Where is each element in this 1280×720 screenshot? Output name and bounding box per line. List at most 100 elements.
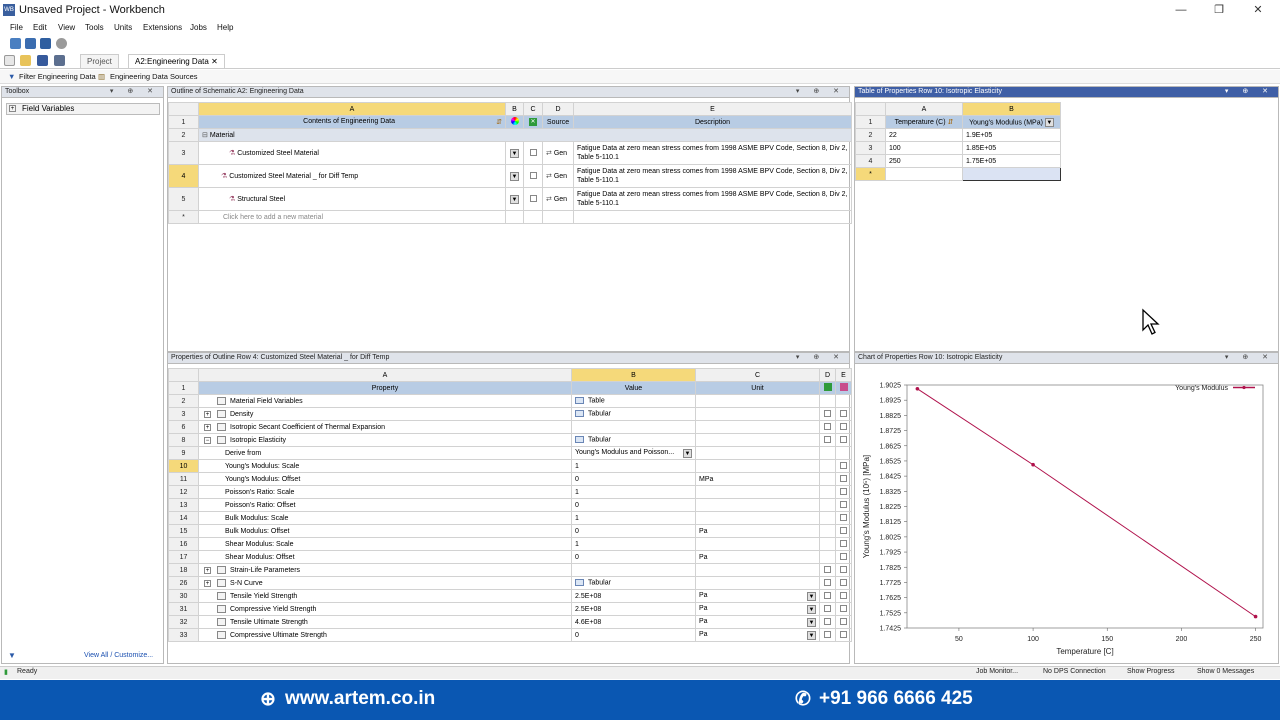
value-cell[interactable]: Young's Modulus and Poisson... ▼ <box>571 446 696 460</box>
value-cell[interactable]: 4.6E+08 <box>571 615 696 629</box>
col-header-d[interactable]: D <box>819 368 836 382</box>
unit-cell[interactable] <box>695 394 820 408</box>
chart-checkbox[interactable] <box>840 514 847 522</box>
property-cell[interactable]: Shear Modulus: Offset <box>198 550 572 564</box>
sort-icon[interactable]: ⇵ <box>948 119 954 126</box>
property-row[interactable]: 11 Young's Modulus: Offset 0 MPa <box>168 472 852 486</box>
checkbox[interactable] <box>824 631 831 639</box>
property-cell[interactable]: +Tensile Ultimate Strength <box>198 615 572 629</box>
save-as-icon[interactable] <box>54 55 65 66</box>
value-cell[interactable]: 1 <box>571 537 696 551</box>
value-cell[interactable]: 0 <box>571 498 696 512</box>
property-cell[interactable]: Young's Modulus: Offset <box>198 472 572 486</box>
checkbox[interactable] <box>529 172 537 180</box>
show-progress-button[interactable]: Show Progress <box>1127 668 1174 675</box>
col-header-c[interactable]: C <box>523 102 543 116</box>
maximize-button[interactable]: ❐ <box>1204 2 1234 18</box>
collapse-icon[interactable]: − <box>204 436 211 444</box>
expand-icon[interactable]: + <box>204 579 211 587</box>
dps-connection-button[interactable]: No DPS Connection <box>1043 668 1106 675</box>
checkbox[interactable] <box>824 436 831 444</box>
menu-jobs[interactable]: Jobs <box>185 21 212 34</box>
unit-cell[interactable]: MPa <box>695 472 820 486</box>
checkbox[interactable] <box>824 592 831 600</box>
value-cell[interactable]: 1 <box>571 485 696 499</box>
property-row[interactable]: 6 + Isotropic Secant Coefficient of Therma… <box>168 420 852 434</box>
view-all-customize-link[interactable]: View All / Customize... <box>84 652 153 659</box>
value-cell[interactable]: 2.5E+08 <box>571 589 696 603</box>
col-header-a[interactable]: A <box>198 368 572 382</box>
property-cell[interactable]: + Isotropic Secant Coefficient of Thermal… <box>198 420 572 434</box>
property-row[interactable]: 18 + Strain-Life Parameters <box>168 563 852 577</box>
col-header-e[interactable]: E <box>573 102 852 116</box>
dropdown-icon[interactable]: ▼ <box>510 194 519 204</box>
chart-checkbox[interactable] <box>840 540 847 548</box>
checkbox[interactable] <box>824 410 831 418</box>
value-cell[interactable]: Tabular <box>571 407 696 421</box>
temperature-cell[interactable]: 250 <box>885 154 963 168</box>
checkbox[interactable] <box>824 566 831 574</box>
chart-checkbox[interactable] <box>840 592 847 600</box>
menu-tools[interactable]: Tools <box>80 21 109 34</box>
value-cell[interactable]: Table <box>571 394 696 408</box>
property-cell[interactable]: Shear Modulus: Scale <box>198 537 572 551</box>
chart-checkbox[interactable] <box>840 527 847 535</box>
add-material-row[interactable]: Click here to add a new material <box>198 210 506 224</box>
job-monitor-button[interactable]: Job Monitor... <box>976 668 1018 675</box>
dropdown-icon[interactable]: ▼ <box>510 171 519 181</box>
chart-checkbox[interactable] <box>840 475 847 483</box>
property-row[interactable]: 31+Compressive Yield Strength2.5E+08 Pa ▼ <box>168 602 852 616</box>
property-cell[interactable]: Bulk Modulus: Scale <box>198 511 572 525</box>
property-row[interactable]: 14 Bulk Modulus: Scale 1 <box>168 511 852 525</box>
value-cell[interactable]: 0 <box>571 628 696 642</box>
value-cell[interactable]: 1 <box>571 459 696 473</box>
temperature-cell[interactable]: 100 <box>885 141 963 155</box>
property-row[interactable]: 32+Tensile Ultimate Strength4.6E+08 Pa ▼ <box>168 615 852 629</box>
material-name-cell-selected[interactable]: ⚗ Customized Steel Material _ for Diff T… <box>198 164 506 188</box>
property-row[interactable]: 13 Poisson's Ratio: Offset 0 <box>168 498 852 512</box>
value-cell[interactable]: Tabular <box>571 433 696 447</box>
new-temperature-cell[interactable] <box>885 167 963 181</box>
chart-checkbox[interactable] <box>840 618 847 626</box>
menu-extensions[interactable]: Extensions <box>138 21 187 34</box>
checkbox[interactable] <box>529 149 537 157</box>
dropdown-icon[interactable]: ▼ <box>807 591 816 601</box>
open-project-icon[interactable] <box>25 38 36 49</box>
checkbox[interactable] <box>824 605 831 613</box>
chart-checkbox[interactable] <box>840 410 847 418</box>
col-header-b[interactable]: B <box>962 102 1061 116</box>
expand-icon[interactable]: + <box>9 105 16 113</box>
panel-controls[interactable]: ▾ ⊕ ✕ <box>796 87 845 95</box>
expand-icon[interactable]: + <box>204 423 211 431</box>
refresh-icon[interactable] <box>56 38 67 49</box>
checkbox[interactable] <box>824 579 831 587</box>
material-name-cell[interactable]: ⚗ Structural Steel <box>198 187 506 211</box>
property-cell[interactable]: + Density <box>198 407 572 421</box>
folder-icon[interactable] <box>20 55 31 66</box>
property-row[interactable]: 33+Compressive Ultimate Strength0 Pa ▼ <box>168 628 852 642</box>
col-header-a[interactable]: A <box>198 102 506 116</box>
modulus-cell[interactable]: 1.75E+05 <box>962 154 1061 168</box>
show-messages-button[interactable]: Show 0 Messages <box>1197 668 1254 675</box>
field-variables-item[interactable]: + Field Variables <box>6 103 160 115</box>
unit-cell[interactable] <box>695 511 820 525</box>
property-cell[interactable]: + S-N Curve <box>198 576 572 590</box>
chart-checkbox[interactable] <box>840 423 847 431</box>
menu-help[interactable]: Help <box>212 21 238 34</box>
checkbox[interactable] <box>529 195 537 203</box>
property-cell[interactable]: +Compressive Yield Strength <box>198 602 572 616</box>
property-row[interactable]: 30+Tensile Yield Strength2.5E+08 Pa ▼ <box>168 589 852 603</box>
col-header-c[interactable]: C <box>695 368 820 382</box>
dropdown-icon[interactable]: ▼ <box>807 604 816 614</box>
property-cell[interactable]: Derive from <box>198 446 572 460</box>
unit-cell[interactable]: Pa ▼ <box>695 615 820 629</box>
value-cell[interactable] <box>571 563 696 577</box>
engineering-data-sources-button[interactable]: Engineering Data Sources <box>110 72 198 81</box>
value-cell[interactable]: 1 <box>571 511 696 525</box>
chart-checkbox[interactable] <box>840 605 847 613</box>
value-cell[interactable]: 0 <box>571 524 696 538</box>
unit-cell[interactable]: Pa ▼ <box>695 602 820 616</box>
new-icon[interactable] <box>4 55 15 66</box>
dropdown-icon[interactable]: ▼ <box>807 630 816 640</box>
value-cell[interactable]: Tabular <box>571 576 696 590</box>
